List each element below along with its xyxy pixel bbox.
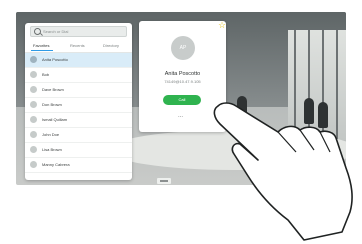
drawer-handle[interactable]	[157, 178, 171, 184]
list-item[interactable]: Don Brown	[25, 98, 132, 113]
avatar	[30, 131, 37, 138]
avatar: AP	[171, 36, 195, 60]
avatar	[30, 116, 37, 123]
star-icon[interactable]: ☆	[218, 21, 226, 30]
more-options-icon[interactable]: ...	[178, 113, 183, 119]
contact-name: Bob	[42, 72, 50, 77]
avatar	[30, 146, 37, 153]
list-item[interactable]: Manny Cabrera	[25, 158, 132, 173]
avatar	[30, 86, 37, 93]
contact-name: Manny Cabrera	[42, 162, 70, 167]
active-tab-indicator	[31, 50, 53, 51]
contact-name: Ismail Quillam	[42, 117, 68, 122]
list-item[interactable]: Ismail Quillam	[25, 113, 132, 128]
contact-name: John Doe	[42, 132, 60, 137]
list-item[interactable]: Bob	[25, 68, 132, 83]
search-input[interactable]: Search or Dial	[30, 26, 127, 37]
search-icon	[34, 28, 41, 35]
avatar-initials: AP	[179, 45, 187, 51]
list-item[interactable]: Anita Poscotto	[25, 53, 132, 68]
pointing-hand-icon	[213, 102, 353, 241]
contact-name: Anita Poscotto	[42, 57, 68, 62]
list-item[interactable]: Dave Brown	[25, 83, 132, 98]
search-placeholder: Search or Dial	[43, 29, 69, 34]
contact-name: Dave Brown	[42, 87, 64, 92]
contact-name: Lisa Brown	[42, 147, 62, 152]
call-button-label: Call	[178, 97, 186, 102]
avatar	[30, 71, 37, 78]
tab-favorites[interactable]: Favorites	[33, 43, 49, 48]
tab-recents[interactable]: Recents	[70, 43, 85, 48]
contact-list: Anita Poscotto Bob Dave Brown Don Brown …	[25, 53, 132, 173]
tab-bar: Favorites Recents Directory	[25, 42, 132, 53]
list-item[interactable]: John Doe	[25, 128, 132, 143]
contact-card-name: Anita Poscotto	[164, 71, 201, 77]
avatar	[30, 161, 37, 168]
call-button[interactable]: Call	[163, 95, 201, 105]
contact-name: Don Brown	[42, 102, 62, 107]
avatar	[30, 101, 37, 108]
contacts-panel: Search or Dial Favorites Recents Directo…	[25, 23, 132, 180]
avatar	[30, 56, 37, 63]
tab-directory[interactable]: Directory	[103, 43, 119, 48]
list-item[interactable]: Lisa Brown	[25, 143, 132, 158]
